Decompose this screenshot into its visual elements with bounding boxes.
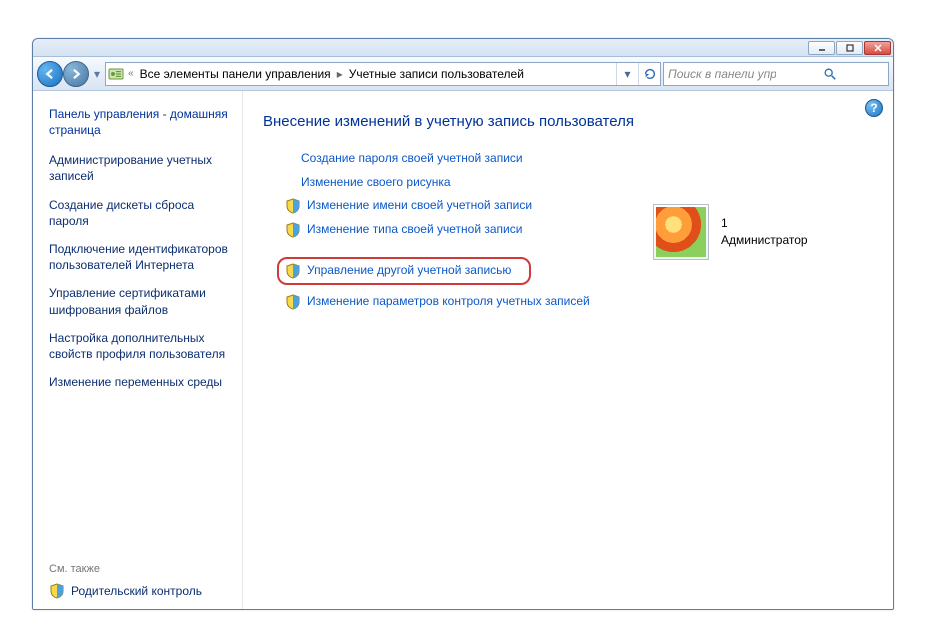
breadcrumb-segment-users[interactable]: Учетные записи пользователей <box>345 67 528 81</box>
task-manage-other-account[interactable]: Управление другой учетной записью <box>277 257 531 285</box>
navbar: ▾ « Все элементы панели управления ▸ Уче… <box>33 57 893 91</box>
sidebar-home-link[interactable]: Панель управления - домашняя страница <box>49 107 232 138</box>
maximize-button[interactable] <box>836 41 863 55</box>
shield-icon <box>285 294 301 310</box>
window-body: ? Панель управления - домашняя страница … <box>33 91 893 609</box>
current-user-tile[interactable]: 1 Администратор <box>653 148 873 315</box>
search-icon[interactable] <box>776 67 884 81</box>
main-content: Внесение изменений в учетную запись поль… <box>243 91 893 609</box>
back-button[interactable] <box>37 61 63 87</box>
control-panel-window: ▾ « Все элементы панели управления ▸ Уче… <box>32 38 894 610</box>
task-change-name[interactable]: Изменение имени своей учетной записи <box>279 195 623 217</box>
shield-icon <box>285 263 301 279</box>
shield-icon <box>285 198 301 214</box>
forward-button[interactable] <box>63 61 89 87</box>
minimize-button[interactable] <box>808 41 835 55</box>
sidebar: Панель управления - домашняя страница Ад… <box>33 91 243 609</box>
task-change-type[interactable]: Изменение типа своей учетной записи <box>279 219 623 241</box>
user-info: 1 Администратор <box>721 215 808 249</box>
sidebar-link-password-reset-disk[interactable]: Создание дискеты сброса пароля <box>49 197 232 229</box>
page-title: Внесение изменений в учетную запись поль… <box>263 113 873 130</box>
help-button[interactable]: ? <box>865 99 883 117</box>
sidebar-link-label: Родительский контроль <box>71 584 202 598</box>
close-button[interactable] <box>864 41 891 55</box>
breadcrumb-segment-all[interactable]: Все элементы панели управления <box>136 67 335 81</box>
shield-icon <box>285 222 301 238</box>
search-input[interactable]: Поиск в панели управления <box>663 62 889 86</box>
task-create-password[interactable]: Создание пароля своей учетной записи <box>279 148 623 170</box>
sidebar-link-advanced-profile[interactable]: Настройка дополнительных свойств профиля… <box>49 330 232 362</box>
task-list: Создание пароля своей учетной записи Изм… <box>263 148 623 315</box>
chevron-right-icon: ▸ <box>335 67 345 81</box>
user-role: Администратор <box>721 232 808 249</box>
breadcrumb-overflow[interactable]: « <box>126 68 136 79</box>
nav-history-dropdown[interactable]: ▾ <box>91 67 103 81</box>
avatar-frame <box>653 204 709 260</box>
task-change-uac[interactable]: Изменение параметров контроля учетных за… <box>279 291 623 313</box>
titlebar <box>33 39 893 57</box>
sidebar-link-env-vars[interactable]: Изменение переменных среды <box>49 374 232 390</box>
search-placeholder: Поиск в панели управления <box>668 67 776 81</box>
avatar <box>656 207 706 257</box>
sidebar-link-parental-control[interactable]: Родительский контроль <box>49 583 232 599</box>
shield-icon <box>49 583 65 599</box>
refresh-button[interactable] <box>638 63 660 85</box>
see-also-label: См. также <box>49 563 232 575</box>
address-bar[interactable]: « Все элементы панели управления ▸ Учетн… <box>105 62 661 86</box>
breadcrumb-dropdown[interactable]: ▾ <box>616 63 638 85</box>
sidebar-link-admin-accounts[interactable]: Администрирование учетных записей <box>49 152 232 184</box>
sidebar-link-online-ids[interactable]: Подключение идентификаторов пользователе… <box>49 241 232 273</box>
task-change-picture[interactable]: Изменение своего рисунка <box>279 172 623 194</box>
user-name: 1 <box>721 215 808 232</box>
sidebar-link-encryption-certs[interactable]: Управление сертификатами шифрования файл… <box>49 285 232 317</box>
control-panel-icon <box>106 66 126 82</box>
